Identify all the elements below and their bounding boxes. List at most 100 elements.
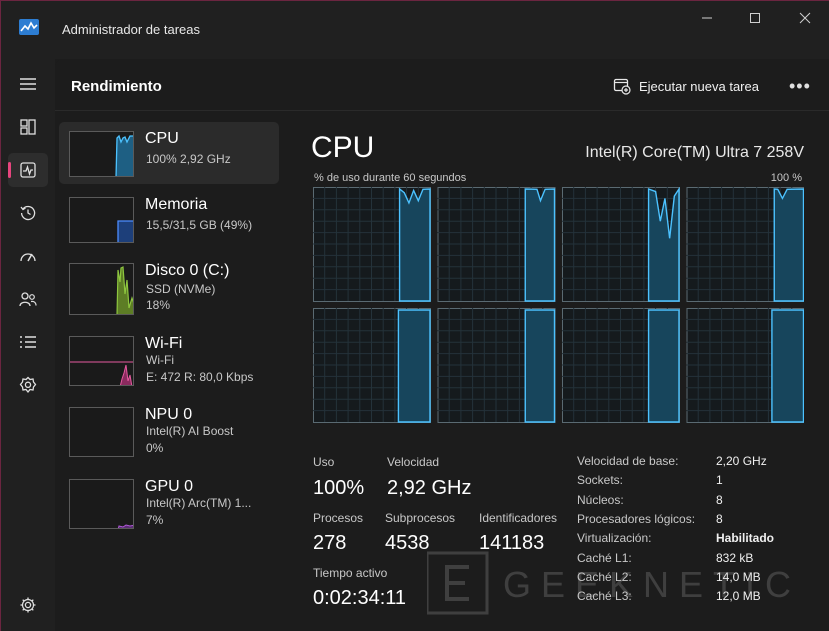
disk-sparkline (69, 263, 134, 315)
spec-key: Procesadores lógicos: (577, 511, 696, 526)
device-name: NPU 0 (145, 406, 193, 423)
menu-toggle-button[interactable] (8, 67, 48, 101)
core-graph (562, 308, 680, 423)
cpu-model: Intel(R) Core(TM) Ultra 7 258V (585, 144, 804, 161)
usage-value: 100% (313, 477, 365, 499)
watermark-text: GEEKNETIC (503, 564, 801, 605)
threads-value: 4538 (385, 532, 430, 554)
nav-services[interactable] (8, 368, 48, 402)
core-graph (686, 187, 805, 302)
core-usage-area (524, 188, 556, 302)
handles-label: Identificadores (479, 511, 558, 525)
minimize-icon (702, 17, 712, 19)
device-throughput: E: 472 R: 80,0 Kbps (146, 370, 254, 384)
core-graph (313, 187, 431, 302)
navigation-rail (1, 59, 55, 631)
device-detail: 15,5/31,5 GB (49%) (146, 218, 253, 232)
usage-label: Uso (313, 455, 335, 469)
close-icon (799, 12, 811, 24)
device-name: GPU 0 (145, 478, 194, 495)
core-usage-area (647, 186, 680, 302)
device-name: CPU (145, 130, 179, 147)
speed-label: Velocidad (387, 455, 440, 469)
core-graph (562, 186, 680, 302)
nav-processes[interactable] (8, 110, 48, 144)
nav-performance[interactable] (8, 153, 48, 187)
device-detail: Wi-Fi (146, 353, 174, 367)
page-header: Rendimiento Ejecutar nueva tarea ••• (55, 59, 829, 111)
startup-icon (20, 253, 36, 262)
core-graph (437, 308, 556, 423)
core-usage-area (397, 309, 431, 423)
device-usage: 7% (146, 513, 164, 527)
speed-value: 2,92 GHz (387, 477, 472, 499)
nav-users[interactable] (8, 282, 48, 316)
device-detail: SSD (NVMe) (146, 282, 216, 296)
spec-value: 1 (716, 473, 723, 488)
performance-icon (20, 162, 36, 178)
new-task-icon (613, 78, 631, 95)
window-title: Administrador de tareas (62, 22, 201, 37)
cpu-core-graphs (313, 186, 805, 427)
nav-startup-apps[interactable] (8, 239, 48, 273)
core-usage-area (647, 309, 680, 423)
history-icon (20, 205, 36, 221)
device-disk[interactable]: Disco 0 (C:) SSD (NVMe) 18% (59, 254, 279, 316)
page-title: Rendimiento (71, 78, 162, 95)
users-icon (19, 292, 37, 307)
device-gpu[interactable]: GPU 0 Intel(R) Arc(TM) 1... 7% (59, 470, 279, 532)
uptime-label: Tiempo activo (313, 566, 388, 580)
device-detail: Intel(R) Arc(TM) 1... (146, 496, 252, 510)
more-options-button[interactable]: ••• (789, 76, 811, 97)
title-bar: Administrador de tareas (1, 1, 829, 59)
uptime-value: 0:02:34:11 (313, 587, 407, 609)
npu-sparkline (69, 407, 134, 457)
details-icon (20, 336, 36, 348)
run-new-task-button[interactable]: Ejecutar nueva tarea (613, 75, 759, 97)
nav-details[interactable] (8, 325, 48, 359)
spec-value: 8 (716, 492, 723, 507)
graph-caption: % de uso durante 60 segundos (314, 172, 467, 184)
device-memory[interactable]: Memoria 15,5/31,5 GB (49%) (59, 188, 279, 250)
threads-label: Subprocesos (385, 511, 456, 525)
maximize-icon (750, 13, 760, 23)
graph-max-label: 100 % (770, 172, 802, 184)
processes-icon (20, 119, 36, 135)
processes-value: 278 (313, 532, 347, 554)
task-manager-app-icon (19, 19, 39, 35)
core-usage-area (524, 309, 556, 423)
detail-title: CPU (311, 131, 375, 164)
device-detail: 100% 2,92 GHz (146, 152, 231, 166)
run-new-task-label: Ejecutar nueva tarea (639, 78, 759, 94)
core-graph (437, 187, 556, 302)
device-usage: 0% (146, 441, 164, 455)
device-name: Memoria (145, 196, 208, 213)
device-usage: 18% (146, 298, 171, 312)
spec-key: Virtualización: (577, 531, 652, 546)
memory-sparkline (69, 197, 134, 243)
spec-key: Velocidad de base: (577, 454, 679, 468)
geeknetic-watermark: GEEKNETIC (425, 551, 829, 615)
cpu-sparkline (69, 131, 134, 177)
spec-key: Sockets: (577, 473, 624, 488)
core-usage-area (773, 188, 805, 302)
close-button[interactable] (782, 1, 828, 35)
device-name: Disco 0 (C:) (145, 262, 230, 279)
settings-icon (20, 597, 36, 613)
device-npu[interactable]: NPU 0 Intel(R) AI Boost 0% (59, 398, 279, 460)
wifi-sparkline (69, 336, 134, 386)
minimize-button[interactable] (684, 1, 730, 35)
nav-app-history[interactable] (8, 196, 48, 230)
spec-key: Núcleos: (577, 492, 624, 507)
spec-value: 8 (716, 511, 723, 526)
device-name: Wi-Fi (145, 335, 183, 352)
processes-label: Procesos (313, 511, 364, 525)
device-cpu[interactable]: CPU 100% 2,92 GHz (59, 122, 279, 184)
core-usage-area (398, 187, 431, 302)
nav-settings[interactable] (8, 588, 48, 622)
device-detail: Intel(R) AI Boost (146, 424, 234, 438)
maximize-button[interactable] (732, 1, 778, 35)
core-usage-area (771, 309, 805, 423)
device-wifi[interactable]: Wi-Fi Wi-Fi E: 472 R: 80,0 Kbps (59, 327, 279, 389)
gpu-sparkline (69, 479, 134, 529)
